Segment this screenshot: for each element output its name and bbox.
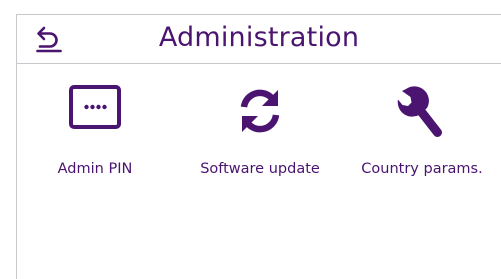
admin-panel: Administration Admin PIN Software update… xyxy=(16,14,501,279)
admin-pin-label: Admin PIN xyxy=(57,161,133,177)
software-update-label: Software update xyxy=(200,161,320,177)
wrench-icon xyxy=(397,86,442,137)
admin-pin-button[interactable]: Admin PIN xyxy=(45,78,145,190)
refresh-icon xyxy=(240,89,280,133)
country-params-label: Country params. xyxy=(361,161,483,177)
page-title: Administration xyxy=(158,22,360,53)
software-update-button[interactable]: Software update xyxy=(190,78,330,190)
country-params-button[interactable]: Country params. xyxy=(352,78,492,190)
header-bar: Administration xyxy=(17,15,501,64)
pin-dots-icon xyxy=(69,85,121,129)
